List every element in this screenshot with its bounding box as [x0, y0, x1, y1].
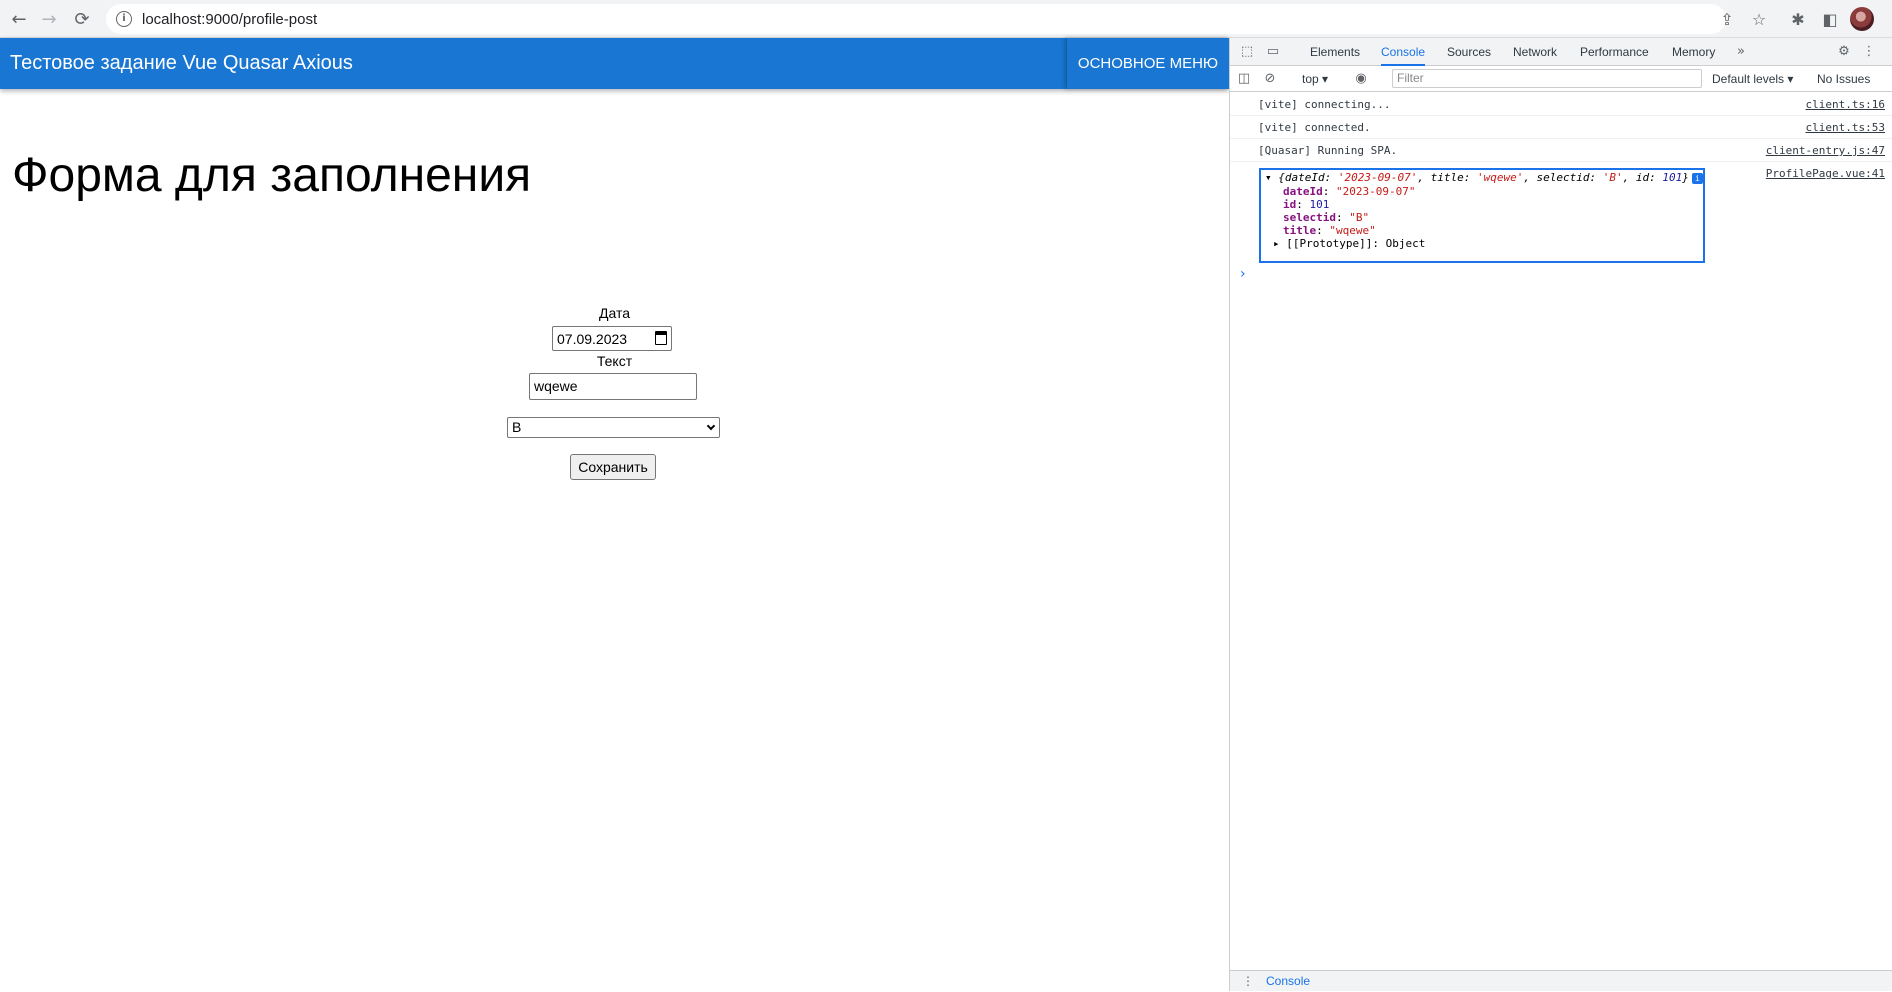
- tab-sources[interactable]: Sources: [1447, 38, 1491, 66]
- browser-toolbar: ← → ⟳ i localhost:9000/profile-post ⇪ ☆ …: [0, 0, 1892, 38]
- summary-date: '2023-09-07': [1337, 171, 1418, 184]
- text-field[interactable]: wqewe: [529, 373, 697, 400]
- console-toolbar: ◫ ⊘ top ▾ ◉ Filter Default levels ▾ No I…: [1230, 66, 1892, 92]
- date-label: Дата: [598, 305, 630, 321]
- main-menu-button[interactable]: ОСНОВНОЕ МЕНЮ: [1067, 38, 1229, 89]
- console-prompt-icon[interactable]: ›: [1240, 266, 1246, 282]
- property-value: "2023-09-07": [1336, 185, 1416, 198]
- select-value: B: [512, 419, 522, 435]
- settings-gear-icon[interactable]: ⚙: [1835, 43, 1853, 61]
- filter-input[interactable]: Filter: [1392, 69, 1702, 88]
- site-info-icon[interactable]: i: [116, 11, 132, 27]
- context-label: top: [1302, 72, 1319, 86]
- log-source-link[interactable]: client-entry.js:47: [1766, 139, 1885, 162]
- info-icon[interactable]: i: [1691, 173, 1703, 184]
- tab-network[interactable]: Network: [1513, 38, 1557, 66]
- prototype-row[interactable]: ▸ [[Prototype]]: Object: [1273, 236, 1425, 252]
- clear-console-icon[interactable]: ⊘: [1261, 70, 1279, 88]
- summary-text: {dateId:: [1278, 171, 1338, 184]
- inspect-element-icon[interactable]: ⬚: [1238, 43, 1256, 61]
- tab-performance[interactable]: Performance: [1580, 38, 1649, 66]
- app-title: Тестовое задание Vue Quasar Axious: [10, 52, 353, 74]
- devtools-tab-bar: ⬚ ▭ Elements Console Sources Network Per…: [1230, 38, 1892, 66]
- log-source-link[interactable]: client.ts:16: [1806, 93, 1885, 116]
- summary-title: 'wqewe': [1476, 171, 1524, 184]
- log-source-link[interactable]: ProfilePage.vue:41: [1766, 162, 1885, 185]
- tab-console[interactable]: Console: [1381, 38, 1426, 66]
- context-select[interactable]: top ▾: [1302, 66, 1328, 92]
- log-message: [Quasar] Running SPA.: [1258, 144, 1398, 157]
- prototype-value: Object: [1385, 237, 1426, 250]
- summary-select: 'B': [1602, 171, 1623, 184]
- profile-avatar[interactable]: [1850, 7, 1874, 31]
- forward-icon[interactable]: →: [36, 6, 62, 32]
- side-panel-icon[interactable]: ◧: [1817, 6, 1843, 32]
- drawer-menu-icon[interactable]: ⋮: [1242, 971, 1254, 992]
- log-entry: [vite] connecting... client.ts:16: [1230, 93, 1892, 116]
- object-log-entry[interactable]: ▾ {dateId: '2023-09-07', title: 'wqewe',…: [1259, 168, 1705, 263]
- extensions-icon[interactable]: ✱: [1785, 6, 1811, 32]
- log-message: [vite] connecting...: [1258, 98, 1391, 111]
- url-text[interactable]: localhost:9000/profile-post: [142, 11, 317, 28]
- expand-arrow-icon[interactable]: ▾: [1265, 171, 1272, 184]
- more-options-icon[interactable]: ⋮: [1860, 43, 1878, 61]
- summary-text: }: [1682, 171, 1689, 184]
- select-dropdown[interactable]: B: [507, 417, 720, 438]
- calendar-icon[interactable]: [655, 331, 667, 345]
- levels-dropdown[interactable]: Default levels ▾: [1712, 66, 1793, 92]
- page-title: Форма для заполнения: [12, 149, 532, 202]
- reload-icon[interactable]: ⟳: [69, 6, 95, 32]
- devtools-panel: ⬚ ▭ Elements Console Sources Network Per…: [1229, 38, 1892, 991]
- log-source-link[interactable]: client.ts:53: [1806, 116, 1885, 139]
- bookmark-star-icon[interactable]: ☆: [1746, 6, 1772, 32]
- console-drawer: ⋮ Console: [1230, 970, 1892, 991]
- levels-label: Default levels: [1712, 72, 1785, 86]
- eye-icon[interactable]: ◉: [1352, 70, 1370, 88]
- summary-id: 101: [1662, 171, 1683, 184]
- sidebar-toggle-icon[interactable]: ◫: [1235, 70, 1253, 88]
- expand-arrow-icon[interactable]: ▸: [1273, 237, 1280, 250]
- summary-text: , id:: [1622, 171, 1663, 184]
- summary-text: , selectid:: [1523, 171, 1603, 184]
- date-value: 07.09.2023: [557, 330, 628, 347]
- web-page: Тестовое задание Vue Quasar Axious ОСНОВ…: [0, 38, 1229, 991]
- tab-memory[interactable]: Memory: [1672, 38, 1715, 66]
- drawer-tab-console[interactable]: Console: [1266, 971, 1310, 992]
- text-label: Текст: [596, 353, 633, 369]
- log-entry: [vite] connected. client.ts:53: [1230, 116, 1892, 139]
- chevron-down-icon: [706, 421, 716, 431]
- back-icon[interactable]: ←: [6, 6, 32, 32]
- device-toolbar-icon[interactable]: ▭: [1264, 43, 1282, 61]
- date-field[interactable]: 07.09.2023: [552, 326, 672, 351]
- app-header: Тестовое задание Vue Quasar Axious ОСНОВ…: [0, 38, 1229, 89]
- address-bar[interactable]: i localhost:9000/profile-post: [106, 4, 1726, 34]
- prototype-label: [[Prototype]]: [1286, 237, 1373, 250]
- issues-button[interactable]: No Issues: [1817, 66, 1870, 92]
- summary-text: , title:: [1417, 171, 1477, 184]
- share-icon[interactable]: ⇪: [1714, 6, 1740, 32]
- more-tabs-icon[interactable]: »: [1732, 43, 1750, 61]
- log-entry: [Quasar] Running SPA. client-entry.js:47: [1230, 139, 1892, 162]
- save-button[interactable]: Сохранить: [570, 454, 656, 480]
- log-message: [vite] connected.: [1258, 121, 1371, 134]
- tab-elements[interactable]: Elements: [1310, 38, 1360, 66]
